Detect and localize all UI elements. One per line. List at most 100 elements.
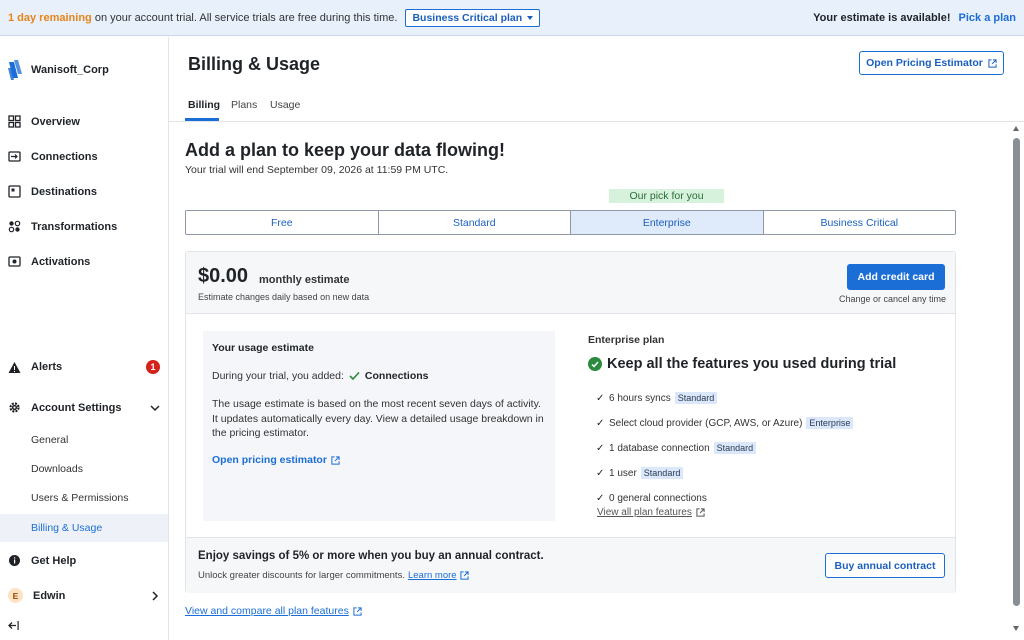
sidebar-item-alerts[interactable]: Alerts 1	[8, 360, 160, 374]
plan-select[interactable]: Business Critical plan	[405, 8, 541, 27]
collapse-sidebar-icon[interactable]	[8, 620, 19, 631]
sidebar-item-activations[interactable]: Activations	[8, 255, 160, 268]
alerts-count-badge: 1	[146, 360, 160, 374]
usage-description: The usage estimate is based on the most …	[212, 398, 544, 439]
trial-banner: 1 day remaining on your account trial. A…	[0, 0, 1024, 36]
pick-plan-link[interactable]: Pick a plan	[959, 12, 1016, 24]
learn-more-link[interactable]: Learn more	[408, 570, 457, 581]
enterprise-plan-label: Enterprise plan	[588, 334, 665, 346]
plan-option-free[interactable]: Free	[186, 211, 379, 234]
sidebar-item-destinations[interactable]: Destinations	[8, 185, 160, 198]
feature-tag: Standard	[713, 442, 757, 454]
sidebar-subitem-billing-usage[interactable]: Billing & Usage	[0, 514, 168, 542]
plan-select-value: Business Critical plan	[412, 11, 523, 24]
feature-text: 1 database connection	[609, 442, 710, 454]
feature-text: 1 user	[609, 467, 637, 479]
usage-estimate-panel: Your usage estimate During your trial, y…	[203, 331, 555, 521]
org-switcher[interactable]: Wanisoft_Corp	[8, 59, 109, 81]
sidebar-subitem-downloads[interactable]: Downloads	[31, 463, 83, 475]
plan-card: $0.00 monthly estimate Estimate changes …	[185, 251, 956, 593]
plan-headline: Add a plan to keep your data flowing!	[185, 140, 506, 160]
page-title: Billing & Usage	[188, 54, 321, 74]
activations-icon	[8, 256, 21, 267]
warning-icon	[8, 361, 21, 373]
check-icon: ✓	[596, 467, 605, 479]
external-link-icon	[696, 508, 705, 517]
usage-added-item: Connections	[364, 370, 429, 382]
usage-added-prefix: During your trial, you added:	[212, 370, 344, 382]
user-name: Edwin	[33, 589, 66, 602]
sidebar-item-overview[interactable]: Overview	[8, 115, 160, 128]
feature-tag: Standard	[640, 467, 684, 479]
note-text: Unlock greater discounts for larger comm…	[198, 570, 405, 581]
destinations-icon	[8, 185, 21, 198]
add-credit-card-button[interactable]: Add credit card	[847, 264, 945, 290]
sidebar-item-transformations[interactable]: Transformations	[8, 220, 160, 233]
check-icon: ✓	[596, 442, 605, 454]
info-icon	[9, 555, 20, 566]
sidebar-item-label: Connections	[31, 150, 98, 163]
trial-text: on your account trial. All service trial…	[91, 11, 398, 24]
chevron-right-icon	[152, 590, 159, 601]
plan-option-standard[interactable]: Standard	[378, 211, 571, 234]
check-icon: ✓	[596, 493, 605, 504]
grid-icon	[8, 115, 21, 128]
avatar: E	[8, 588, 23, 603]
enterprise-headline: Keep all the features you used during tr…	[588, 356, 896, 372]
annual-savings-title: Enjoy savings of 5% or more when you buy…	[198, 550, 544, 562]
tabs-divider	[169, 121, 1024, 122]
plan-option-enterprise[interactable]: Enterprise	[571, 211, 764, 234]
feature-item: ✓ 1 user Standard	[596, 467, 684, 479]
tab-billing[interactable]: Billing	[188, 99, 220, 111]
sidebar-subitem-general[interactable]: General	[31, 434, 68, 446]
plan-selector: Free Standard Enterprise Business Critic…	[185, 210, 956, 235]
org-name: Wanisoft_Corp	[31, 64, 109, 76]
sidebar-subitem-users-permissions[interactable]: Users & Permissions	[31, 492, 128, 504]
transformations-icon	[8, 220, 21, 233]
plan-option-business-critical[interactable]: Business Critical	[763, 211, 955, 234]
feature-text: 0 general connections	[609, 493, 707, 504]
external-link-icon	[988, 58, 997, 68]
sidebar-item-help[interactable]: Get Help	[8, 554, 160, 567]
feature-item: ✓ 1 database connection Standard	[596, 442, 757, 454]
sidebar-user-menu[interactable]: E Edwin	[8, 588, 160, 603]
usage-added-line: During your trial, you added: Connection…	[212, 370, 429, 382]
scrollbar-thumb[interactable]	[1013, 138, 1020, 606]
check-circle-icon	[588, 357, 602, 371]
button-label: Open Pricing Estimator	[866, 57, 983, 69]
check-icon: ✓	[596, 392, 605, 404]
sidebar-item-connections[interactable]: Connections	[8, 150, 160, 163]
sidebar: Wanisoft_Corp Overview Connections Desti…	[0, 37, 169, 640]
scroll-up-arrow-icon[interactable]	[1013, 126, 1019, 131]
sidebar-item-label: Transformations	[31, 220, 118, 233]
chevron-down-icon	[150, 404, 160, 411]
connections-icon	[8, 151, 21, 162]
enterprise-headline-text: Keep all the features you used during tr…	[607, 356, 897, 372]
feature-item: ✓ Select cloud provider (GCP, AWS, or Az…	[596, 417, 854, 429]
view-all-features-link[interactable]: View all plan features	[597, 507, 705, 518]
open-pricing-estimator-button[interactable]: Open Pricing Estimator	[859, 51, 1004, 75]
external-link-icon	[353, 606, 362, 616]
annual-savings-note: Unlock greater discounts for larger comm…	[198, 570, 469, 581]
company-logo-icon	[8, 60, 22, 80]
usage-title: Your usage estimate	[212, 342, 314, 354]
caret-down-icon	[527, 15, 534, 20]
scroll-down-arrow-icon[interactable]	[1013, 626, 1019, 631]
link-label: View all plan features	[597, 507, 692, 518]
feature-text: Select cloud provider (GCP, AWS, or Azur…	[609, 417, 803, 429]
estimate-available-text: Your estimate is available!	[813, 11, 951, 24]
link-label: Open pricing estimator	[212, 454, 327, 466]
sidebar-item-account-settings[interactable]: Account Settings	[8, 401, 160, 414]
feature-item: ✓ 0 general connections	[596, 493, 707, 504]
annual-contract-section: Enjoy savings of 5% or more when you buy…	[186, 537, 955, 593]
buy-annual-contract-button[interactable]: Buy annual contract	[825, 553, 945, 578]
compare-plan-features-link[interactable]: View and compare all plan features	[185, 605, 362, 617]
trial-end-text: Your trial will end September 09, 2026 a…	[185, 164, 449, 176]
open-pricing-estimator-link[interactable]: Open pricing estimator	[212, 454, 340, 466]
feature-tag: Enterprise	[806, 417, 854, 429]
tab-plans[interactable]: Plans	[231, 99, 257, 111]
link-label: View and compare all plan features	[185, 605, 349, 617]
tab-usage[interactable]: Usage	[270, 99, 300, 111]
feature-item: ✓ 6 hours syncs Standard	[596, 392, 718, 404]
sidebar-item-label: Destinations	[31, 185, 98, 198]
